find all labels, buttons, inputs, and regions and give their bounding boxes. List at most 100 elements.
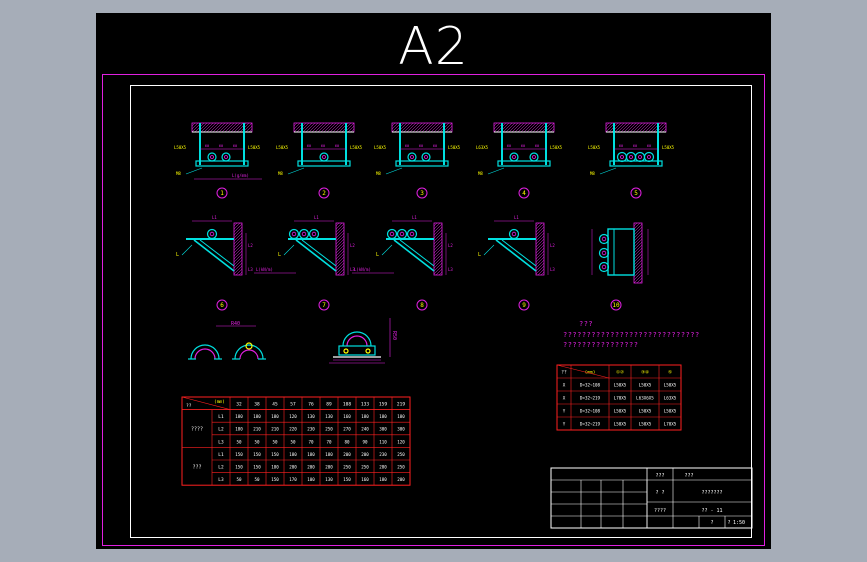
- table-cell: L50X5: [614, 383, 627, 388]
- table-cell: 200: [325, 465, 333, 470]
- pipe-bore: [601, 264, 607, 270]
- saddle-support-detail: R50: [329, 318, 397, 364]
- title-block-label: ? ?: [655, 490, 664, 496]
- leader-line: [283, 244, 295, 256]
- bracket-label: L: [376, 252, 379, 258]
- table-cell: 300: [379, 427, 387, 432]
- bracket-view-7: LL2L1L37: [278, 215, 355, 311]
- dimension-value: 60: [419, 144, 423, 148]
- table-cell: 180: [253, 414, 261, 419]
- support-beam: [609, 160, 663, 167]
- bolt-label: M8: [176, 171, 181, 176]
- table-corner-left: ??: [186, 403, 192, 409]
- table-cell: Y: [563, 409, 566, 414]
- column-header: ⑤: [668, 370, 673, 376]
- view-number: 10: [612, 302, 620, 309]
- drawing-views: 60 60 60L50X5 L50X5M8 L(g/mm)160 60 60L50X5 L50…: [174, 122, 753, 529]
- leader-line: [381, 244, 393, 256]
- column-header: 57: [290, 402, 296, 408]
- title-block-label: ?: [727, 520, 730, 526]
- member-label-right: L50X5: [350, 145, 363, 150]
- pipe-bore: [209, 231, 215, 237]
- dimension-tag: L2: [350, 243, 355, 248]
- table-border: [181, 396, 411, 486]
- table-cell: 150: [271, 477, 279, 482]
- column-header: 38: [254, 402, 260, 408]
- pipe: [406, 228, 418, 240]
- clamp-label: R40: [231, 321, 240, 327]
- table-cell: 180: [271, 414, 279, 419]
- row-label: L2: [218, 427, 224, 433]
- table-cell: 180: [271, 465, 279, 470]
- table-cell: 230: [379, 452, 387, 457]
- pipe: [508, 228, 520, 240]
- table-cell: 150: [253, 452, 261, 457]
- table-cell: 120: [397, 439, 405, 444]
- table-cell: 160: [361, 477, 369, 482]
- hanger-view-2: 60 60 60 L50X5 L50X5 M8 2: [276, 122, 363, 199]
- title-block-value: ???????: [701, 490, 722, 496]
- dimension-tag: L2: [550, 243, 555, 248]
- view-number: 8: [420, 302, 424, 309]
- row-label: L3: [218, 477, 224, 483]
- view-number: 4: [522, 190, 526, 197]
- title-block-label: ???: [655, 473, 664, 479]
- dimension-tag: L1: [412, 215, 417, 220]
- dimension-tag: L1: [514, 215, 519, 220]
- title-block: ??????? ?????????????? - 11?? 1:50: [550, 467, 753, 529]
- pipe: [319, 152, 329, 162]
- table-cell: 180: [397, 414, 405, 419]
- table-corner-unit: (mm): [214, 399, 225, 405]
- row-label: L3: [218, 439, 224, 445]
- table-cell: 180: [379, 414, 387, 419]
- leader-line: [185, 167, 203, 175]
- dimension-value: 60: [647, 144, 651, 148]
- table-cell: 130: [325, 477, 333, 482]
- view-number: 5: [634, 190, 638, 197]
- hanger-view-5: 60 60 60 L50X5 L50X5 M8 5: [588, 122, 675, 199]
- title-block-label: ????: [654, 508, 666, 514]
- table-cell: L50X5: [639, 383, 652, 388]
- pipe: [396, 228, 408, 240]
- pipe-bore: [210, 155, 214, 159]
- table-cell: 180: [325, 452, 333, 457]
- pipe: [421, 152, 431, 162]
- bolt-label: M8: [278, 171, 283, 176]
- detail-views: R40 R50: [188, 318, 397, 364]
- group-name: ???: [192, 464, 201, 470]
- column-header: 45: [272, 402, 278, 408]
- member-label-right: L50X5: [448, 145, 461, 150]
- view-number: 7: [322, 302, 326, 309]
- table-cell: L63X6X5: [636, 396, 654, 401]
- bracket-strut-inner: [399, 239, 435, 267]
- leader-line: [599, 167, 617, 175]
- table-cell: 250: [343, 465, 351, 470]
- bracket-strut-inner: [199, 239, 235, 267]
- title-block-label: ?: [710, 520, 713, 526]
- bracket-label: L: [278, 252, 281, 258]
- bolt-label: M8: [590, 171, 595, 176]
- table-cell: 70: [326, 439, 332, 444]
- dimension-tag: L1: [314, 215, 319, 220]
- pipe: [509, 152, 519, 162]
- table-cell: 150: [235, 465, 243, 470]
- support-beam: [395, 160, 449, 167]
- table-cell: 200: [361, 452, 369, 457]
- table-cell: 50: [290, 439, 296, 444]
- dimension-value: 60: [307, 144, 311, 148]
- pipe-bore: [601, 236, 607, 242]
- bracket-view-8: L L2 L1 L3 8: [376, 215, 453, 311]
- dimension-tag: L1: [212, 215, 217, 220]
- pipe-bore: [620, 155, 624, 159]
- bracket-label: L: [176, 252, 179, 258]
- table-cell: 150: [271, 452, 279, 457]
- pipe: [598, 261, 610, 273]
- top-row-views: 60 60 60 L50X5 L50X5 M8 L(g/mm) 1 60 60 60 L50X5 L50…: [174, 122, 675, 199]
- pipe-bore: [424, 155, 428, 159]
- table-cell: 250: [397, 465, 405, 470]
- pipe-bore: [311, 231, 317, 237]
- dimension-value: 60: [335, 144, 339, 148]
- notes-line-2: ????????????????: [563, 341, 639, 349]
- bracket-strut: [495, 239, 537, 272]
- table-cell: L50X5: [664, 409, 677, 414]
